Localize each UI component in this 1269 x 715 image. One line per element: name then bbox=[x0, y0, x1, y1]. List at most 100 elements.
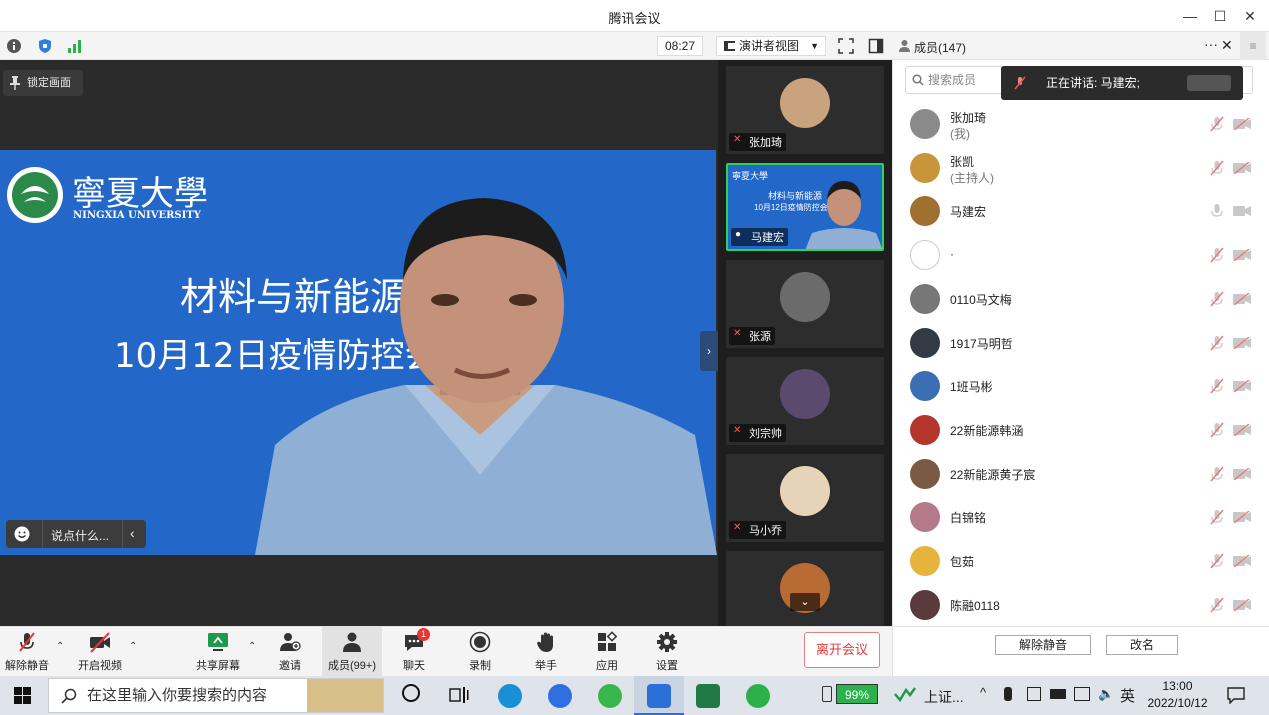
taskbar-active-app[interactable] bbox=[634, 676, 684, 715]
invite-button[interactable]: 邀请 bbox=[270, 627, 310, 677]
camera-off-icon[interactable] bbox=[1233, 511, 1251, 524]
raise-hand-button[interactable]: 举手 bbox=[526, 627, 566, 677]
member-row[interactable]: 张加琦 (我) bbox=[893, 102, 1263, 146]
rename-button[interactable]: 改名 bbox=[1106, 635, 1178, 655]
member-row[interactable]: 白锦铭 bbox=[893, 495, 1263, 539]
network-icon[interactable] bbox=[1074, 687, 1090, 701]
member-row[interactable]: 马建宏 bbox=[893, 189, 1263, 233]
start-video-button[interactable]: 开启视频 bbox=[76, 627, 124, 677]
mic-muted-icon[interactable] bbox=[1210, 509, 1224, 525]
view-mode-dropdown[interactable]: 演讲者视图 ▼ bbox=[716, 36, 826, 56]
ie-browser-icon[interactable] bbox=[598, 684, 622, 708]
camera-off-icon[interactable] bbox=[1233, 205, 1251, 217]
member-row[interactable]: 1班马彬 bbox=[893, 364, 1263, 408]
battery-indicator[interactable]: 99% bbox=[836, 684, 878, 704]
stock-icon[interactable] bbox=[894, 686, 916, 702]
thumbnail-tile[interactable]: ✕ 刘宗帅 bbox=[726, 357, 884, 445]
mic-muted-icon[interactable] bbox=[1210, 291, 1224, 307]
mic-muted-icon[interactable] bbox=[1210, 116, 1224, 132]
menu-icon[interactable]: ≡ bbox=[1240, 32, 1266, 60]
mic-muted-icon[interactable] bbox=[1210, 422, 1224, 438]
more-options-button[interactable]: ··· bbox=[1204, 36, 1218, 52]
camera-off-icon[interactable] bbox=[1233, 467, 1251, 480]
chat-quick-input[interactable]: 说点什么... ‹ bbox=[6, 520, 146, 548]
share-screen-button[interactable]: 共享屏幕 bbox=[194, 627, 242, 677]
minimize-button[interactable]: — bbox=[1176, 4, 1204, 28]
excel-icon[interactable] bbox=[696, 684, 720, 708]
camera-off-icon[interactable] bbox=[1233, 161, 1251, 174]
lenovo-browser-icon[interactable] bbox=[548, 684, 572, 708]
member-row[interactable]: 张凯 (主持人) bbox=[893, 146, 1263, 190]
fullscreen-icon[interactable] bbox=[838, 38, 854, 54]
camera-off-icon[interactable] bbox=[1233, 598, 1251, 611]
tray-app-icon[interactable] bbox=[1027, 687, 1041, 701]
chevron-up-icon[interactable]: ⌃ bbox=[56, 641, 64, 652]
notification-icon[interactable] bbox=[1227, 686, 1245, 704]
members-button[interactable]: 成员(99+) bbox=[322, 627, 382, 677]
mic-muted-icon[interactable] bbox=[1210, 160, 1224, 176]
plug-icon[interactable] bbox=[822, 686, 832, 702]
camera-off-icon[interactable] bbox=[1233, 249, 1251, 262]
close-panel-button[interactable]: ✕ bbox=[1221, 37, 1233, 54]
chevron-left-icon[interactable]: ‹ bbox=[130, 525, 135, 541]
emoji-icon[interactable] bbox=[14, 526, 30, 542]
mic-muted-icon[interactable] bbox=[1210, 335, 1224, 351]
camera-off-icon[interactable] bbox=[1233, 423, 1251, 436]
member-row[interactable]: 陈融0118 bbox=[893, 583, 1263, 627]
camera-off-icon[interactable] bbox=[1233, 555, 1251, 567]
member-row[interactable]: 1917马明哲 bbox=[893, 321, 1263, 365]
taskbar-search-input[interactable]: 在这里输入你要搜索的内容 bbox=[48, 678, 384, 713]
mic-muted-icon[interactable] bbox=[1210, 466, 1224, 482]
task-view-icon[interactable] bbox=[449, 686, 469, 704]
input-method-indicator[interactable]: 英 bbox=[1120, 685, 1135, 706]
member-row[interactable]: · bbox=[893, 233, 1263, 277]
close-button[interactable]: ✕ bbox=[1236, 4, 1264, 28]
lock-screen-button[interactable]: 锁定画面 bbox=[3, 70, 83, 96]
mic-muted-icon[interactable] bbox=[1210, 247, 1224, 263]
member-row[interactable]: 22新能源韩涵 bbox=[893, 408, 1263, 452]
mic-muted-icon[interactable] bbox=[1210, 597, 1224, 613]
taskbar-clock[interactable]: 13:00 2022/10/12 bbox=[1140, 678, 1215, 712]
volume-icon[interactable]: 🔈 bbox=[1098, 686, 1114, 702]
apps-button[interactable]: 应用 bbox=[587, 627, 627, 677]
camera-off-icon[interactable] bbox=[1233, 380, 1251, 393]
shield-icon[interactable] bbox=[37, 38, 53, 54]
cortana-icon[interactable] bbox=[402, 684, 420, 702]
edge-icon[interactable] bbox=[498, 684, 522, 708]
member-row[interactable]: 0110马文梅 bbox=[893, 277, 1263, 321]
chevron-up-icon[interactable]: ^ bbox=[980, 685, 986, 700]
battery-tray-icon[interactable] bbox=[1050, 689, 1066, 699]
settings-button[interactable]: 设置 bbox=[647, 627, 687, 677]
scroll-down-icon[interactable]: ⌄ bbox=[790, 593, 820, 611]
member-row[interactable]: 22新能源黄子宸 bbox=[893, 452, 1263, 496]
signal-icon[interactable] bbox=[67, 38, 83, 54]
thumbnail-tile[interactable]: ✕ 马小乔 bbox=[726, 454, 884, 542]
camera-off-icon[interactable] bbox=[1233, 336, 1251, 349]
chevron-up-icon[interactable]: ⌃ bbox=[248, 641, 256, 652]
chevron-down-icon: ▼ bbox=[810, 41, 819, 51]
thumbnail-tile[interactable]: ✕ 张加琦 bbox=[726, 66, 884, 154]
unmute-button[interactable]: 解除静音 bbox=[4, 627, 50, 677]
unmute-all-button[interactable]: 解除静音 bbox=[995, 635, 1091, 655]
stock-text[interactable]: 上证... bbox=[924, 687, 964, 707]
wechat-icon[interactable] bbox=[746, 684, 770, 708]
maximize-button[interactable]: ☐ bbox=[1206, 4, 1234, 28]
microphone-tray-icon[interactable] bbox=[1004, 687, 1012, 701]
record-button[interactable]: 录制 bbox=[460, 627, 500, 677]
sidebar-toggle-icon[interactable] bbox=[868, 38, 884, 54]
camera-off-icon[interactable] bbox=[1233, 118, 1251, 130]
leave-meeting-button[interactable]: 离开会议 bbox=[804, 632, 880, 668]
info-icon[interactable] bbox=[6, 38, 22, 54]
thumbnail-tile[interactable]: ⌄ bbox=[726, 551, 884, 626]
thumbnail-tile-active[interactable]: 寧夏大學 材料与新能源 10月12日疫情防控会议 ● 马建宏 bbox=[726, 163, 884, 251]
mic-muted-icon[interactable] bbox=[1210, 378, 1224, 394]
chevron-up-icon[interactable]: ⌃ bbox=[129, 641, 137, 652]
collapse-thumbnails-button[interactable]: › bbox=[700, 331, 718, 371]
chat-button[interactable]: 1 聊天 bbox=[394, 627, 434, 677]
member-row[interactable]: 包茹 bbox=[893, 539, 1263, 583]
mic-muted-icon[interactable] bbox=[1210, 553, 1224, 569]
mic-icon[interactable] bbox=[1210, 203, 1224, 219]
thumbnail-tile[interactable]: ✕ 张源 bbox=[726, 260, 884, 348]
camera-off-icon[interactable] bbox=[1233, 292, 1251, 305]
windows-start-icon[interactable] bbox=[14, 687, 31, 704]
